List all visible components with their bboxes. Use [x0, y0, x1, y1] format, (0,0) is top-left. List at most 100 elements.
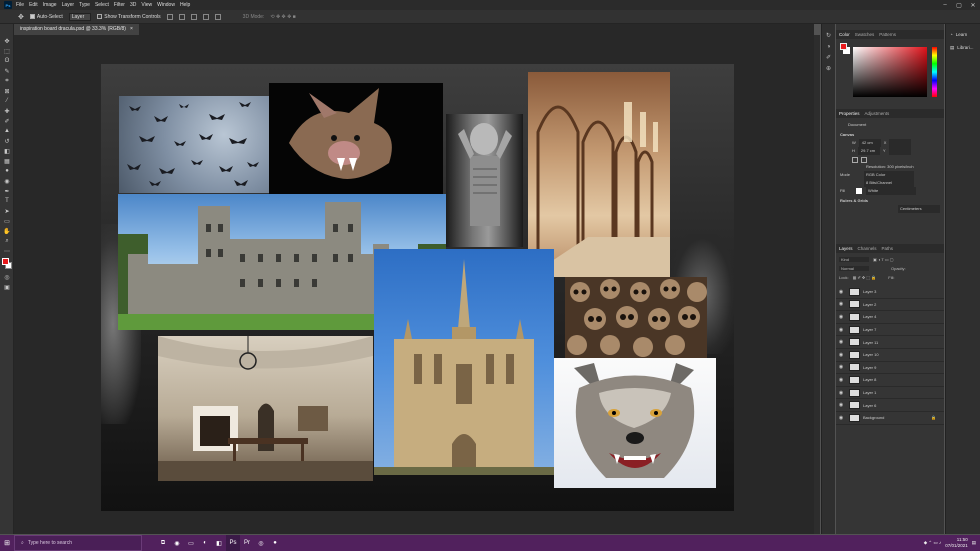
- bats-flock-image[interactable]: [119, 96, 269, 193]
- frame-tool-icon[interactable]: ⊠: [0, 86, 14, 96]
- history-icon[interactable]: ↻: [822, 30, 835, 41]
- office-icon[interactable]: ◧: [212, 535, 226, 551]
- tab-patterns[interactable]: Patterns: [879, 32, 896, 37]
- blend-mode-dropdown[interactable]: Normal: [839, 266, 869, 271]
- color-swatches[interactable]: [0, 256, 13, 272]
- menu-3d[interactable]: 3D: [130, 2, 136, 8]
- height-field[interactable]: 29.7 cm: [857, 147, 880, 155]
- document-tab[interactable]: inspiration board dracula.psd @ 33.3% (R…: [14, 24, 139, 35]
- kind-filter-dropdown[interactable]: Kind: [839, 257, 869, 262]
- minimize-icon[interactable]: –: [938, 0, 952, 10]
- more-options-icon[interactable]: [214, 13, 221, 20]
- layer-row[interactable]: ◉ Layer 10: [836, 349, 944, 362]
- edge-icon[interactable]: ◐: [198, 535, 212, 551]
- layer-dropdown[interactable]: Layer: [68, 12, 92, 21]
- crop-tool-icon[interactable]: ⌗: [0, 76, 14, 86]
- menu-view[interactable]: View: [141, 2, 152, 8]
- healing-brush-icon[interactable]: ✚: [0, 106, 14, 116]
- hue-slider[interactable]: [932, 47, 937, 97]
- menu-filter[interactable]: Filter: [114, 2, 125, 8]
- color-picker[interactable]: [836, 39, 944, 101]
- gargoyle-statue-image[interactable]: [446, 114, 523, 247]
- lasso-tool-icon[interactable]: ʘ: [0, 56, 14, 66]
- visibility-eye-icon[interactable]: ◉: [836, 314, 846, 320]
- visibility-eye-icon[interactable]: ◉: [836, 289, 846, 295]
- tab-paths[interactable]: Paths: [882, 246, 894, 251]
- artboard[interactable]: [101, 64, 734, 511]
- shape-tool-icon[interactable]: ▭: [0, 216, 14, 226]
- menu-type[interactable]: Type: [79, 2, 90, 8]
- move-tool-icon[interactable]: ✥: [0, 36, 14, 46]
- more-tools-icon[interactable]: ⋯: [0, 246, 14, 256]
- 3d-rotate-icon[interactable]: ⟲ ✥ ✥ ✥ ■: [270, 14, 295, 20]
- layer-row[interactable]: ◉ Layer 4: [836, 311, 944, 324]
- photoshop-taskbar-icon[interactable]: Ps: [226, 535, 240, 551]
- foreground-color[interactable]: [2, 258, 9, 265]
- eyedropper-tool-icon[interactable]: ⁄: [0, 96, 14, 106]
- skulls-catacomb-image[interactable]: [565, 277, 707, 358]
- cathedral-cloister-image[interactable]: [528, 72, 670, 277]
- layer-row[interactable]: ◉ Layer 7: [836, 324, 944, 337]
- auto-select-checkbox[interactable]: Auto-Select: [29, 14, 63, 20]
- visibility-eye-icon[interactable]: ◉: [836, 415, 846, 421]
- visibility-eye-icon[interactable]: ◉: [836, 377, 846, 383]
- snarling-wolf-image[interactable]: [554, 358, 716, 488]
- pen-tool-icon[interactable]: ✒: [0, 186, 14, 196]
- learn-panel-button[interactable]: ◔ Learn: [946, 28, 980, 41]
- width-field[interactable]: 42 cm: [858, 139, 881, 147]
- quick-mask-icon[interactable]: ◎: [0, 272, 14, 282]
- visibility-eye-icon[interactable]: ◉: [836, 352, 846, 358]
- align-right-icon[interactable]: [190, 13, 197, 20]
- visibility-eye-icon[interactable]: ◉: [836, 301, 846, 307]
- libraries-panel-button[interactable]: ▤ Librari...: [946, 41, 980, 54]
- x-field[interactable]: [889, 139, 912, 147]
- taskbar-search-box[interactable]: ⌕ Type here to search: [14, 535, 142, 551]
- screen-mode-icon[interactable]: ▣: [0, 282, 14, 292]
- y-field[interactable]: [888, 147, 911, 155]
- menu-window[interactable]: Window: [157, 2, 175, 8]
- brush-tool-icon[interactable]: ✐: [0, 116, 14, 126]
- type-tool-icon[interactable]: T: [0, 196, 14, 206]
- chrome-icon[interactable]: ◎: [254, 535, 268, 551]
- lock-icon[interactable]: 🔒: [931, 415, 936, 420]
- tab-color[interactable]: Color: [839, 32, 850, 37]
- tray-icons[interactable]: ◆ ⌃ ▭ ♪: [924, 540, 941, 546]
- brush-panel-icon[interactable]: ✐: [822, 52, 835, 63]
- hand-tool-icon[interactable]: ✋: [0, 226, 14, 236]
- menu-file[interactable]: File: [16, 2, 24, 8]
- fill-dropdown[interactable]: White: [866, 187, 916, 195]
- task-view-icon[interactable]: ⧉: [156, 535, 170, 551]
- layer-row[interactable]: ◉ Layer 1: [836, 387, 944, 400]
- quick-select-tool-icon[interactable]: ✎: [0, 66, 14, 76]
- zoom-tool-icon[interactable]: ⌕: [0, 236, 14, 246]
- move-tool-icon[interactable]: ✥: [18, 13, 24, 21]
- layer-row[interactable]: ◉ Layer 6: [836, 399, 944, 412]
- layer-row[interactable]: ◉ Background 🔒: [836, 412, 944, 425]
- path-select-icon[interactable]: ➤: [0, 206, 14, 216]
- eraser-tool-icon[interactable]: ◧: [0, 146, 14, 156]
- marquee-tool-icon[interactable]: ⬚: [0, 46, 14, 56]
- layer-row[interactable]: ◉ Layer 3: [836, 286, 944, 299]
- layer-row[interactable]: ◉ Layer 8: [836, 374, 944, 387]
- gradient-tool-icon[interactable]: ▦: [0, 156, 14, 166]
- menu-layer[interactable]: Layer: [62, 2, 75, 8]
- dodge-tool-icon[interactable]: ◉: [0, 176, 14, 186]
- mode-dropdown[interactable]: RGB Color: [864, 171, 914, 179]
- distribute-icon[interactable]: [202, 13, 209, 20]
- premiere-icon[interactable]: Pr: [240, 535, 254, 551]
- menu-image[interactable]: Image: [43, 2, 57, 8]
- color-field[interactable]: [853, 47, 927, 97]
- maximize-icon[interactable]: ▢: [952, 0, 966, 10]
- clone-source-icon[interactable]: ⊕: [822, 63, 835, 74]
- menu-help[interactable]: Help: [180, 2, 190, 8]
- tab-properties[interactable]: Properties: [839, 111, 860, 116]
- file-explorer-icon[interactable]: ▭: [184, 535, 198, 551]
- close-icon[interactable]: ✕: [966, 0, 980, 10]
- align-center-icon[interactable]: [178, 13, 185, 20]
- vertical-scrollbar[interactable]: [814, 35, 820, 534]
- bit-depth-dropdown[interactable]: 8 Bits/Channel: [864, 179, 914, 187]
- align-left-icon[interactable]: [166, 13, 173, 20]
- visibility-eye-icon[interactable]: ◉: [836, 339, 846, 345]
- visibility-eye-icon[interactable]: ◉: [836, 390, 846, 396]
- units-dropdown[interactable]: Centimeters: [898, 205, 940, 213]
